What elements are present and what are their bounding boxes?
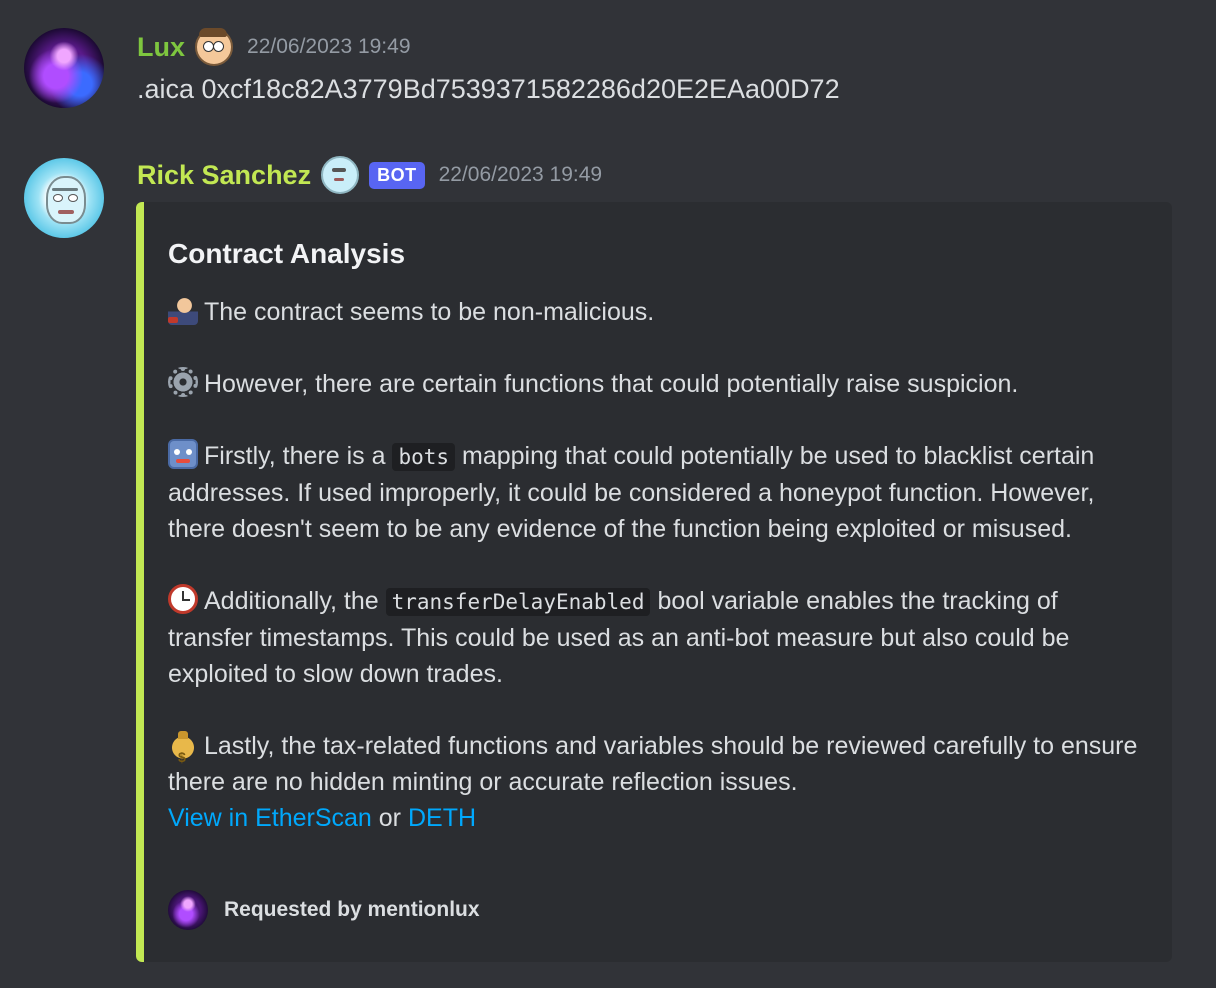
username[interactable]: Rick Sanchez — [137, 160, 311, 191]
rick-avatar[interactable] — [24, 158, 104, 238]
morty-emoji-icon — [195, 28, 234, 66]
username[interactable]: Lux — [137, 32, 185, 63]
embed-footer: Requested by mentionlux — [168, 890, 480, 930]
embed-title: Contract Analysis — [168, 238, 406, 269]
rick-emoji-icon — [321, 156, 360, 194]
inline-code: bots — [392, 443, 456, 471]
embed-description: The contract seems to be non-malicious. … — [168, 294, 1148, 836]
message-header: Lux 22/06/2023 19:49 — [137, 28, 411, 66]
analysis-paragraph: However, there are certain functions tha… — [168, 366, 1148, 402]
clock-icon — [168, 584, 198, 614]
message-content: .aica 0xcf18c82A3779Bd7539371582286d20E2… — [137, 74, 840, 104]
bot-tag: BOT — [369, 161, 425, 189]
robot-icon — [168, 439, 198, 469]
analysis-paragraph: Lastly, the tax-related functions and va… — [168, 728, 1148, 836]
money-bag-icon — [168, 729, 198, 775]
judge-icon — [168, 295, 198, 325]
etherscan-link[interactable]: View in EtherScan — [168, 804, 372, 832]
analysis-paragraph: The contract seems to be non-malicious. — [168, 294, 1148, 330]
requester-avatar — [168, 890, 208, 930]
timestamp: 22/06/2023 19:49 — [247, 35, 411, 58]
inline-code: transferDelayEnabled — [385, 588, 651, 616]
analysis-paragraph: Additionally, the transferDelayEnabled b… — [168, 583, 1148, 692]
timestamp: 22/06/2023 19:49 — [438, 163, 603, 186]
embed: Contract Analysis The contract seems to … — [136, 202, 1172, 962]
lux-avatar[interactable] — [24, 28, 104, 108]
analysis-paragraph: Firstly, there is a bots mapping that co… — [168, 438, 1148, 547]
embed-accent-bar — [136, 202, 144, 962]
gear-icon — [168, 367, 198, 397]
deth-link[interactable]: DETH — [408, 804, 476, 832]
message-header: Rick Sanchez BOT 22/06/2023 19:49 — [137, 156, 602, 194]
footer-text: Requested by mentionlux — [224, 898, 480, 921]
